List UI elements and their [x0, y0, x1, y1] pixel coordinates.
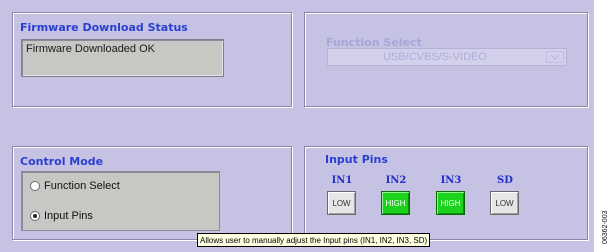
radio-input-pins[interactable]: Input Pins	[30, 208, 93, 224]
tooltip: Allows user to manually adjust the Input…	[197, 233, 431, 247]
firmware-status-title: Firmware Download Status	[20, 21, 188, 34]
input-pins-title: Input Pins	[325, 153, 388, 166]
control-mode-title: Control Mode	[20, 155, 104, 168]
input-pins-group: Input Pins IN1 IN2 IN3 SD LOW HIGH HIGH …	[304, 146, 588, 240]
pin-toggle-in3[interactable]: HIGH	[436, 191, 465, 215]
control-mode-options: Function Select Input Pins	[21, 171, 220, 231]
pin-toggle-in1[interactable]: LOW	[327, 191, 356, 215]
function-select-dropdown[interactable]: USB/CVBS/S-VIDEO	[327, 48, 567, 66]
dropdown-button[interactable]	[546, 51, 564, 63]
pin-label-sd: SD	[497, 175, 513, 186]
function-select-value: USB/CVBS/S-VIDEO	[383, 51, 487, 63]
function-select-group: Function Select USB/CVBS/S-VIDEO	[304, 12, 588, 107]
pin-state-in1: LOW	[332, 198, 351, 208]
main-panel: Firmware Download Status Firmware Downlo…	[0, 0, 594, 252]
radio-button[interactable]	[30, 181, 40, 191]
radio-label-function-select: Function Select	[44, 180, 120, 192]
firmware-status-group: Firmware Download Status Firmware Downlo…	[12, 12, 292, 107]
radio-function-select[interactable]: Function Select	[30, 178, 120, 194]
pin-label-in2: IN2	[385, 175, 407, 186]
firmware-status-text: Firmware Downloaded OK	[26, 43, 155, 55]
pin-state-sd: LOW	[495, 198, 514, 208]
radio-label-input-pins: Input Pins	[44, 210, 93, 222]
pin-label-in1: IN1	[331, 175, 353, 186]
control-mode-group: Control Mode Function Select Input Pins	[12, 146, 292, 240]
radio-button-selected[interactable]	[30, 211, 40, 221]
pin-toggle-sd[interactable]: LOW	[490, 191, 519, 215]
pin-toggle-in2[interactable]: HIGH	[381, 191, 410, 215]
firmware-status-field: Firmware Downloaded OK	[21, 39, 224, 77]
pin-state-in2: HIGH	[385, 198, 406, 208]
pin-state-in3: HIGH	[440, 198, 461, 208]
pin-label-in3: IN3	[440, 175, 462, 186]
chevron-down-icon	[550, 54, 560, 60]
figure-code: 06362-003	[602, 210, 609, 244]
